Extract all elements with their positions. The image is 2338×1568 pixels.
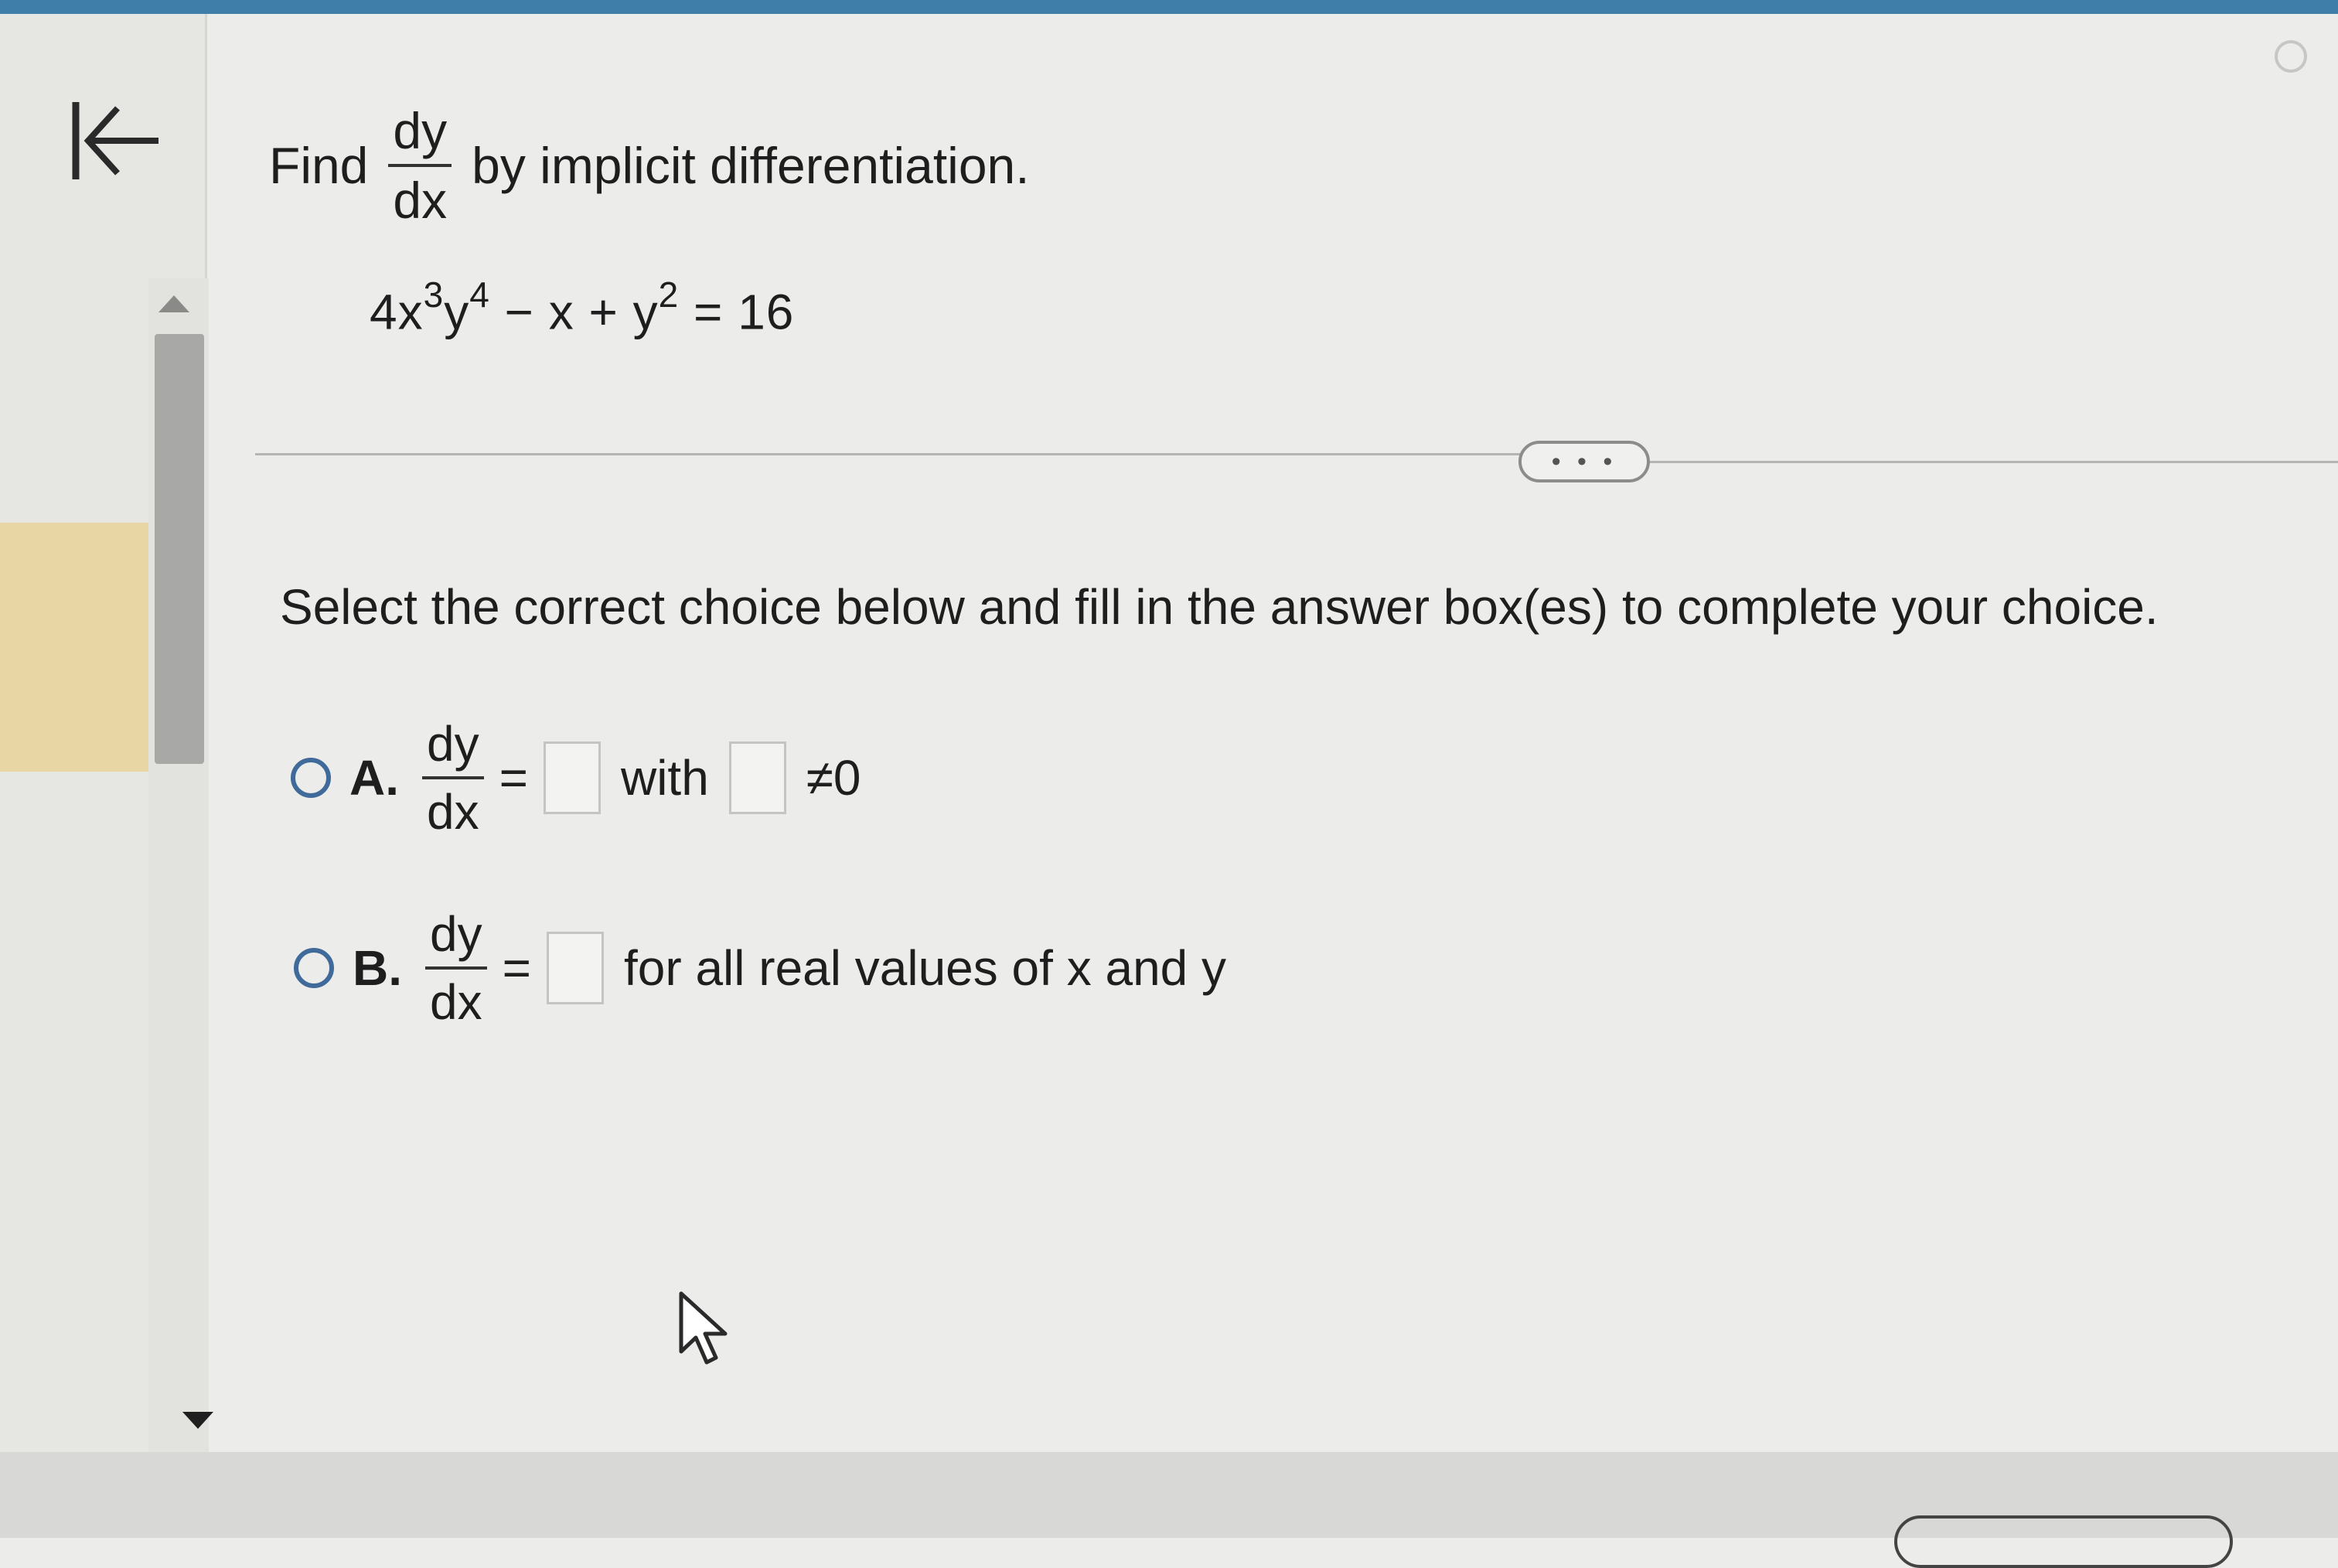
- section-divider: [255, 453, 1523, 455]
- derivative-fraction: dy dx: [388, 105, 452, 226]
- top-bar: [0, 0, 2338, 14]
- choice-a-condition-box[interactable]: [728, 741, 786, 814]
- fraction-denominator: dx: [388, 164, 452, 226]
- choice-a-fraction: dy dx: [422, 719, 484, 837]
- mouse-pointer-icon: [679, 1291, 728, 1365]
- scroll-down-arrow-icon[interactable]: [182, 1412, 213, 1429]
- more-options-button[interactable]: • • •: [1518, 441, 1650, 482]
- section-divider-right: [1647, 461, 2338, 463]
- choice-b[interactable]: B. dy dx = for all real values of x and …: [294, 909, 1226, 1027]
- choice-a-equals: =: [499, 750, 528, 806]
- instruction-text: Select the correct choice below and fill…: [280, 579, 2159, 635]
- choice-b-condition: for all real values of x and y: [623, 940, 1227, 996]
- eq-term-2: y: [444, 284, 470, 340]
- choice-a-answer-box[interactable]: [543, 741, 601, 814]
- eq-exp-2: 4: [469, 274, 490, 315]
- fraction-numerator: dy: [393, 102, 448, 159]
- prompt-suffix: by implicit differentiation.: [472, 137, 1030, 194]
- eq-term-4: = 16: [679, 284, 795, 340]
- eq-term-1: 4x: [370, 284, 424, 340]
- back-to-start-icon[interactable]: [70, 94, 162, 187]
- question-prompt: Find dy dx by implicit differentiation.: [269, 105, 1030, 226]
- choice-b-answer-box[interactable]: [546, 932, 604, 1004]
- bottom-action-button[interactable]: [1894, 1515, 2233, 1568]
- left-panel-highlight: [0, 523, 155, 772]
- choice-a-condition: ≠0: [806, 750, 861, 806]
- choice-a[interactable]: A. dy dx = with ≠0: [291, 719, 861, 837]
- corner-circle-icon: [2275, 40, 2307, 73]
- find-label: Find: [269, 137, 369, 194]
- choice-a-denominator: dx: [422, 776, 484, 837]
- eq-exp-3: 2: [658, 274, 680, 315]
- given-equation: 4x3y4 − x + y2 = 16: [370, 274, 795, 340]
- scrollbar-thumb[interactable]: [155, 334, 204, 764]
- choice-b-fraction: dy dx: [425, 909, 487, 1027]
- eq-term-3: − x + y: [489, 284, 659, 340]
- choice-b-equals: =: [502, 940, 531, 996]
- choice-a-radio[interactable]: [291, 758, 331, 798]
- choice-b-numerator: dy: [430, 906, 482, 962]
- choice-b-radio[interactable]: [294, 948, 334, 988]
- choice-a-numerator: dy: [427, 716, 479, 772]
- eq-exp-1: 3: [423, 274, 445, 315]
- scroll-up-arrow-icon[interactable]: [158, 295, 189, 312]
- choice-a-letter: A.: [349, 750, 399, 806]
- choice-b-denominator: dx: [425, 966, 487, 1027]
- choice-b-letter: B.: [353, 940, 402, 996]
- choice-a-with-label: with: [620, 750, 709, 806]
